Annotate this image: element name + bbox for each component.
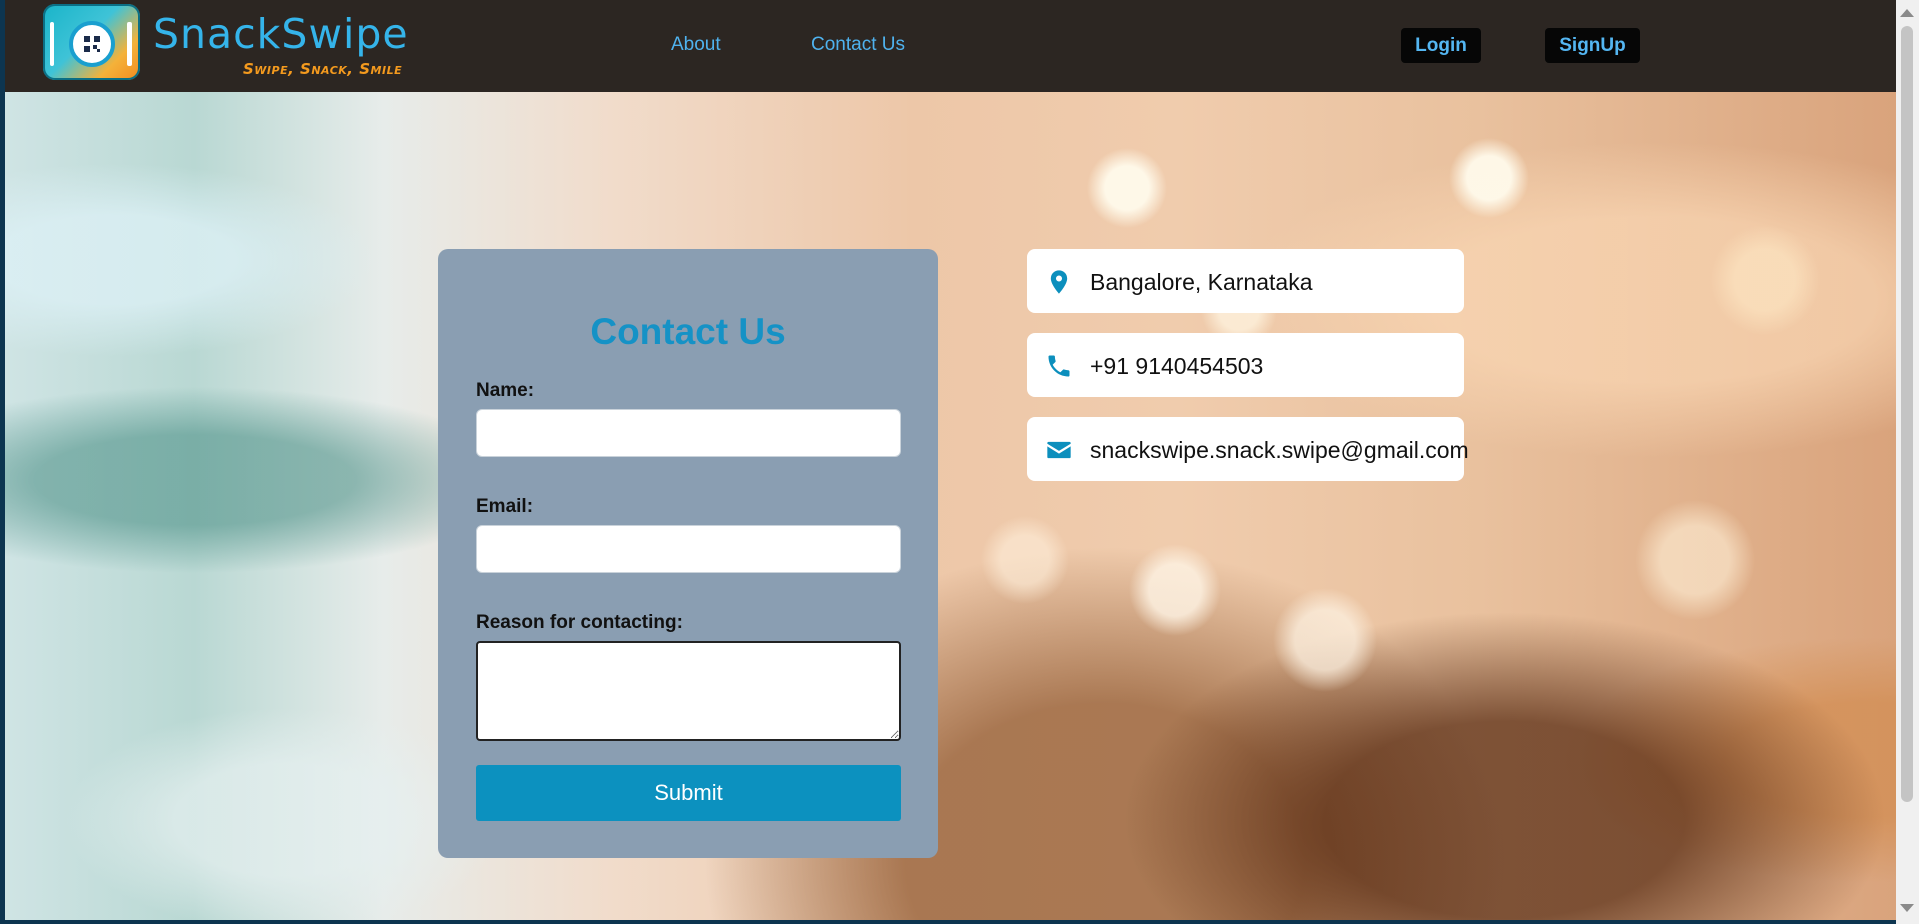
brand-name: SnackSwipe [153, 10, 409, 58]
navbar: SnackSwipe Swipe, Snack, Smile About Con… [5, 0, 1896, 92]
name-label: Name: [476, 380, 535, 401]
email-card: snackswipe.snack.swipe@gmail.com [1027, 417, 1469, 481]
envelope-icon [1047, 441, 1071, 459]
phone-text: +91 9140454503 [1090, 353, 1264, 379]
nav-link-contact-us[interactable]: Contact Us [811, 34, 905, 56]
scroll-down-arrow-icon[interactable] [1900, 904, 1914, 912]
snackswipe-logo[interactable] [43, 4, 140, 80]
location-pin-icon [1050, 270, 1068, 294]
reason-textarea[interactable] [476, 641, 901, 741]
location-text: Bangalore, Karnataka [1090, 269, 1313, 295]
qr-code-icon [84, 36, 100, 52]
contact-form-card: Contact Us Name: Email: Reason for conta… [438, 249, 938, 858]
brand-tagline: Swipe, Snack, Smile [243, 60, 403, 78]
scrollbar-thumb[interactable] [1901, 26, 1913, 802]
email-input[interactable] [476, 525, 901, 573]
phone-card: +91 9140454503 [1027, 333, 1464, 397]
location-card: Bangalore, Karnataka [1027, 249, 1464, 313]
login-button[interactable]: Login [1401, 28, 1481, 63]
scroll-up-arrow-icon[interactable] [1900, 9, 1914, 17]
nav-link-about[interactable]: About [671, 34, 721, 56]
email-text: snackswipe.snack.swipe@gmail.com [1090, 437, 1469, 463]
spoon-icon [127, 22, 132, 66]
fork-icon [50, 22, 54, 66]
plate-icon [69, 21, 115, 67]
phone-icon [1048, 355, 1070, 377]
form-title: Contact Us [590, 311, 786, 352]
vertical-scrollbar[interactable] [1896, 0, 1919, 924]
window-bottom-edge [0, 920, 1896, 924]
reason-label: Reason for contacting: [476, 612, 683, 633]
email-label: Email: [476, 496, 534, 517]
submit-button[interactable]: Submit [476, 765, 901, 821]
signup-button[interactable]: SignUp [1545, 28, 1640, 63]
name-input[interactable] [476, 409, 901, 457]
page-viewport: SnackSwipe Swipe, Snack, Smile About Con… [5, 0, 1896, 920]
